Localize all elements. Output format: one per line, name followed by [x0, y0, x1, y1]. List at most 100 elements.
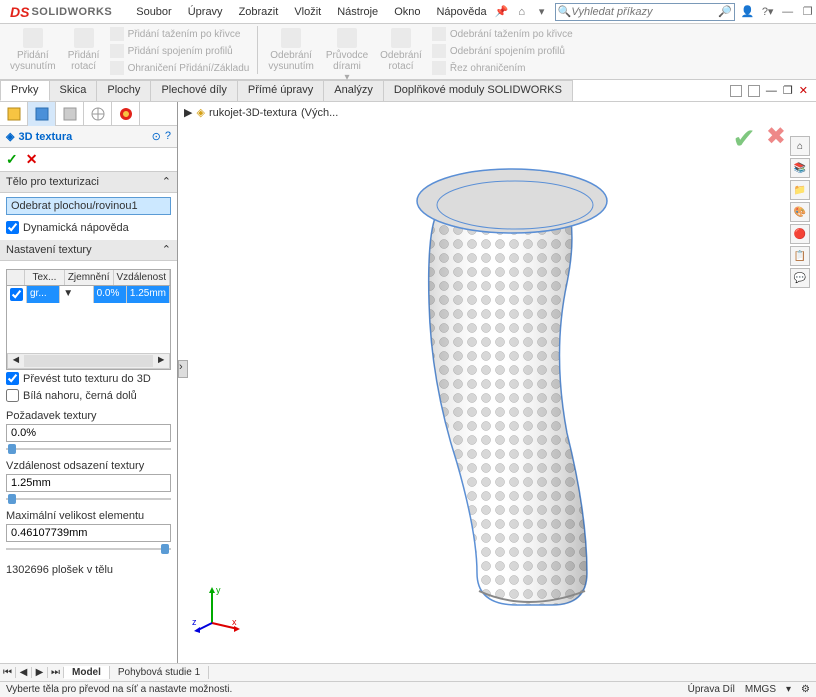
- texture-demand-slider[interactable]: [6, 444, 171, 454]
- tab-first-icon[interactable]: ⏮: [0, 667, 16, 678]
- property-manager-icon[interactable]: [28, 102, 56, 126]
- ribbon-revolve-boss[interactable]: Přidánírotací: [64, 26, 104, 74]
- panel-splitter[interactable]: ›: [178, 360, 188, 378]
- max-element-input[interactable]: [6, 524, 171, 542]
- view-prev-icon[interactable]: [730, 85, 742, 97]
- orientation-triad[interactable]: y x z: [192, 583, 242, 633]
- ribbon-revolve-cut[interactable]: Odebránírotací: [376, 26, 426, 74]
- scroll-right-icon[interactable]: ►: [153, 355, 169, 367]
- tab-evaluate[interactable]: Analýzy: [323, 80, 384, 101]
- pin-icon[interactable]: 📌: [495, 5, 509, 19]
- doc-name[interactable]: rukojet-3D-textura: [209, 107, 297, 119]
- search-input[interactable]: [571, 6, 718, 18]
- offset-distance-input[interactable]: [6, 474, 171, 492]
- big-accept-button[interactable]: ✔: [732, 122, 755, 155]
- ribbon-boundary-cut[interactable]: Řez ohraničením: [430, 60, 575, 76]
- whiteblack-input[interactable]: [6, 389, 19, 402]
- taskpane-explorer-icon[interactable]: 📁: [790, 180, 810, 200]
- display-manager-icon[interactable]: [112, 102, 140, 126]
- doc-icon[interactable]: ▾: [535, 5, 549, 19]
- menu-view[interactable]: Zobrazit: [231, 2, 287, 22]
- offset-distance-slider[interactable]: [6, 494, 171, 504]
- status-edit-mode[interactable]: Úprava Díl: [688, 684, 735, 695]
- menu-edit[interactable]: Úpravy: [180, 2, 231, 22]
- taskpane-view-icon[interactable]: 🎨: [790, 202, 810, 222]
- scroll-track[interactable]: [24, 355, 153, 367]
- tab-last-icon[interactable]: ⏭: [48, 667, 64, 678]
- config-manager-icon[interactable]: [56, 102, 84, 126]
- menu-help[interactable]: Nápověda: [428, 2, 494, 22]
- flyout-tree[interactable]: ▶ ◈ rukojet-3D-textura (Vých...: [184, 106, 338, 119]
- window-close-icon[interactable]: ✕: [799, 84, 808, 97]
- ribbon-hole-wizard[interactable]: Průvodcedírami▾: [322, 26, 372, 85]
- help-icon[interactable]: ?▾: [761, 5, 775, 19]
- taskpane-appearance-icon[interactable]: 🔴: [790, 224, 810, 244]
- command-search[interactable]: 🔍 🔎: [555, 3, 735, 21]
- tab-sheetmetal[interactable]: Plechové díly: [150, 80, 237, 101]
- status-customize-icon[interactable]: ⚙: [801, 684, 810, 695]
- tab-model[interactable]: Model: [64, 666, 110, 679]
- taskpane-props-icon[interactable]: 📋: [790, 246, 810, 266]
- view-next-icon[interactable]: [748, 85, 760, 97]
- whiteblack-checkbox[interactable]: Bílá nahoru, černá dolů: [6, 387, 171, 404]
- menu-insert[interactable]: Vložit: [286, 2, 329, 22]
- tab-sketch[interactable]: Skica: [49, 80, 98, 101]
- texture-row[interactable]: gr... ▼ 0.0% 1.25mm: [7, 286, 170, 303]
- tab-motion-study[interactable]: Pohybová studie 1: [110, 666, 209, 679]
- graphics-area[interactable]: ▶ ◈ rukojet-3D-textura (Vých... ✔ ✖ ⌂ 📚 …: [178, 102, 816, 663]
- feature-tree-icon[interactable]: [0, 102, 28, 126]
- home-icon[interactable]: ⌂: [515, 5, 529, 19]
- convert-3d-checkbox[interactable]: Převést tuto texturu do 3D: [6, 370, 171, 387]
- body-section-header[interactable]: Tělo pro texturizaci ⌃: [0, 172, 177, 193]
- cell-tex[interactable]: gr...: [27, 286, 60, 303]
- tab-prev-icon[interactable]: ◀: [16, 667, 32, 678]
- dynamic-help-input[interactable]: [6, 221, 19, 234]
- tab-next-icon[interactable]: ▶: [32, 667, 48, 678]
- accept-button[interactable]: ✓: [6, 151, 18, 168]
- feature-help-icon[interactable]: ?: [165, 130, 171, 143]
- status-units[interactable]: MMGS: [745, 684, 776, 695]
- minimize-icon[interactable]: —: [781, 5, 795, 19]
- tab-addins[interactable]: Doplňkové moduly SOLIDWORKS: [383, 80, 573, 101]
- scroll-left-icon[interactable]: ◄: [8, 355, 24, 367]
- h-scrollbar[interactable]: ◄ ►: [7, 353, 170, 369]
- tab-surfaces[interactable]: Plochy: [96, 80, 151, 101]
- tab-direct-edit[interactable]: Přímé úpravy: [237, 80, 324, 101]
- convert-3d-input[interactable]: [6, 372, 19, 385]
- pushpin-help-icon[interactable]: ⊙: [152, 130, 161, 143]
- ribbon-extrude-cut[interactable]: Odebránívysunutím: [264, 26, 318, 74]
- ribbon-boundary-boss[interactable]: Ohraničení Přidání/Základu: [108, 60, 252, 76]
- search-submit-icon[interactable]: 🔎: [718, 5, 732, 18]
- max-element-slider[interactable]: [6, 544, 171, 554]
- window-minimize-icon[interactable]: —: [766, 85, 777, 97]
- texture-demand-input[interactable]: [6, 424, 171, 442]
- ribbon-loft-boss[interactable]: Přidání spojením profilů: [108, 43, 252, 59]
- window-restore-icon[interactable]: ❐: [783, 84, 793, 97]
- cell-check[interactable]: [7, 286, 27, 303]
- dimxpert-icon[interactable]: [84, 102, 112, 126]
- menu-tools[interactable]: Nástroje: [329, 2, 386, 22]
- status-units-dropdown-icon[interactable]: ▾: [786, 684, 791, 695]
- tab-features[interactable]: Prvky: [0, 80, 50, 101]
- ribbon-sweep-boss[interactable]: Přidání tažením po křivce: [108, 26, 252, 42]
- cell-refine[interactable]: 0.0%: [94, 286, 127, 303]
- body-selection[interactable]: Odebrat plochou/rovinou1: [6, 197, 171, 215]
- taskpane-library-icon[interactable]: 📚: [790, 158, 810, 178]
- ribbon-extrude-boss[interactable]: Přidánívysunutím: [6, 26, 60, 74]
- taskpane-forum-icon[interactable]: 💬: [790, 268, 810, 288]
- taskpane-home-icon[interactable]: ⌂: [790, 136, 810, 156]
- expand-icon[interactable]: ▶: [184, 106, 192, 119]
- ribbon-loft-cut[interactable]: Odebrání spojením profilů: [430, 43, 575, 59]
- ribbon-cut-more: Odebrání tažením po křivce Odebrání spoj…: [430, 26, 575, 76]
- menu-file[interactable]: Soubor: [128, 2, 179, 22]
- reject-button[interactable]: ✕: [26, 151, 38, 168]
- cell-dist[interactable]: 1.25mm: [127, 286, 170, 303]
- menu-window[interactable]: Okno: [386, 2, 428, 22]
- ribbon-sweep-cut[interactable]: Odebrání tažením po křivce: [430, 26, 575, 42]
- big-reject-button[interactable]: ✖: [766, 122, 786, 155]
- model-3d-view[interactable]: [218, 162, 776, 603]
- user-icon[interactable]: 👤: [741, 5, 755, 19]
- restore-icon[interactable]: ❐: [801, 5, 815, 19]
- texture-settings-header[interactable]: Nastavení textury ⌃: [0, 240, 177, 261]
- dynamic-help-checkbox[interactable]: Dynamická nápověda: [6, 219, 171, 236]
